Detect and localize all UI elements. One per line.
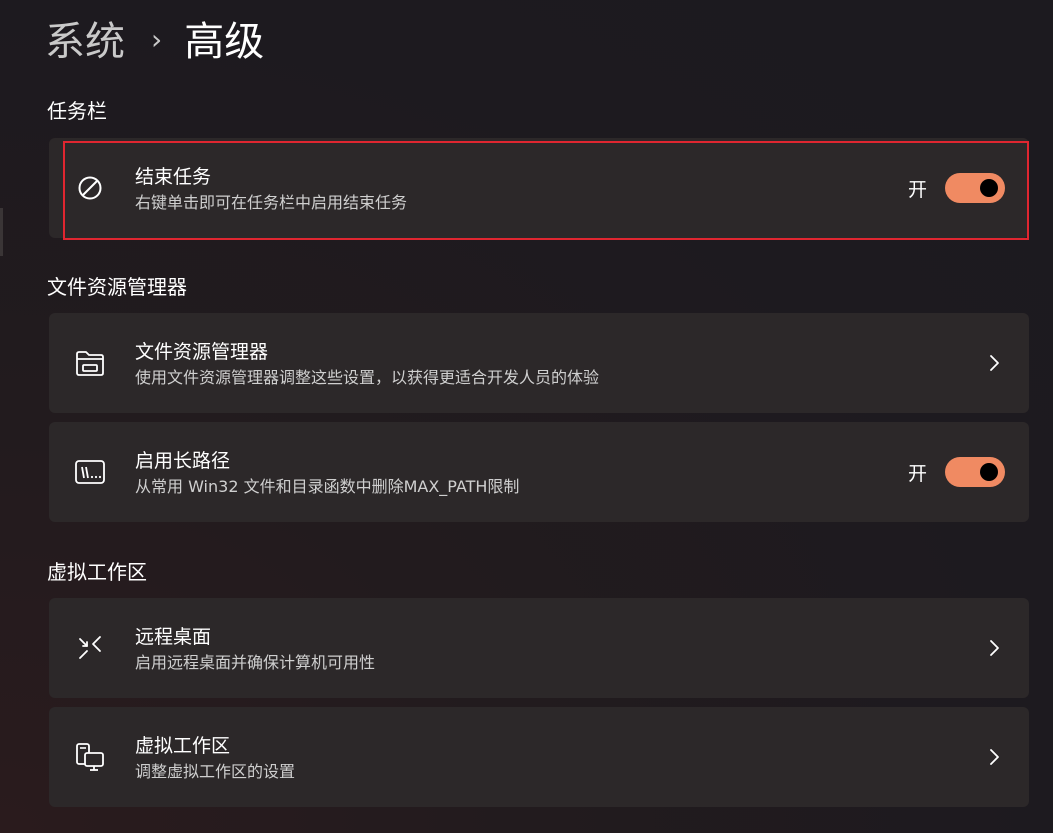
setting-title: 文件资源管理器 — [135, 341, 269, 363]
breadcrumb: 系统 › 高级 — [45, 14, 264, 70]
toggle-knob — [980, 179, 998, 197]
end-task-toggle-group: 开 — [908, 173, 1005, 203]
chevron-right-icon — [990, 640, 999, 656]
breadcrumb-separator: › — [151, 23, 163, 56]
setting-description: 使用文件资源管理器调整这些设置，以获得更适合开发人员的体验 — [135, 368, 600, 387]
setting-description: 启用远程桌面并确保计算机可用性 — [135, 653, 376, 672]
virtual-workspace-icon — [73, 740, 107, 774]
setting-card-end-task[interactable]: 结束任务 右键单击即可在任务栏中启用结束任务 开 — [49, 138, 1029, 238]
breadcrumb-parent-system[interactable]: 系统 — [45, 14, 125, 70]
remote-desktop-icon — [73, 631, 107, 665]
setting-title: 结束任务 — [135, 166, 212, 188]
end-task-toggle[interactable] — [945, 173, 1005, 203]
window-edge-indicator — [0, 208, 3, 256]
setting-title: 启用长路径 — [135, 450, 231, 472]
chevron-right-icon — [990, 749, 999, 765]
setting-description: 从常用 Win32 文件和目录函数中删除MAX_PATH限制 — [135, 477, 520, 496]
setting-title: 虚拟工作区 — [135, 735, 231, 757]
setting-card-file-explorer[interactable]: 文件资源管理器 使用文件资源管理器调整这些设置，以获得更适合开发人员的体验 — [49, 313, 1029, 413]
toggle-state-label: 开 — [907, 178, 927, 201]
long-path-icon — [73, 455, 107, 489]
folder-icon — [73, 346, 107, 380]
setting-description: 右键单击即可在任务栏中启用结束任务 — [135, 193, 408, 212]
setting-card-remote-desktop[interactable]: 远程桌面 启用远程桌面并确保计算机可用性 — [49, 598, 1029, 698]
section-title-taskbar: 任务栏 — [47, 99, 107, 123]
toggle-state-label: 开 — [907, 462, 927, 485]
chevron-right-icon — [990, 355, 999, 371]
long-paths-toggle-group: 开 — [908, 457, 1005, 487]
setting-title: 远程桌面 — [135, 626, 212, 648]
setting-card-long-paths[interactable]: 启用长路径 从常用 Win32 文件和目录函数中删除MAX_PATH限制 开 — [49, 422, 1029, 522]
section-title-file-explorer: 文件资源管理器 — [47, 275, 187, 299]
prohibited-icon — [73, 171, 107, 205]
setting-description: 调整虚拟工作区的设置 — [135, 762, 296, 781]
page-title: 高级 — [184, 19, 265, 65]
setting-card-virtual-workspace[interactable]: 虚拟工作区 调整虚拟工作区的设置 — [49, 707, 1029, 807]
section-title-virtual-workspaces: 虚拟工作区 — [47, 560, 147, 584]
toggle-knob — [980, 463, 998, 481]
long-paths-toggle[interactable] — [945, 457, 1005, 487]
